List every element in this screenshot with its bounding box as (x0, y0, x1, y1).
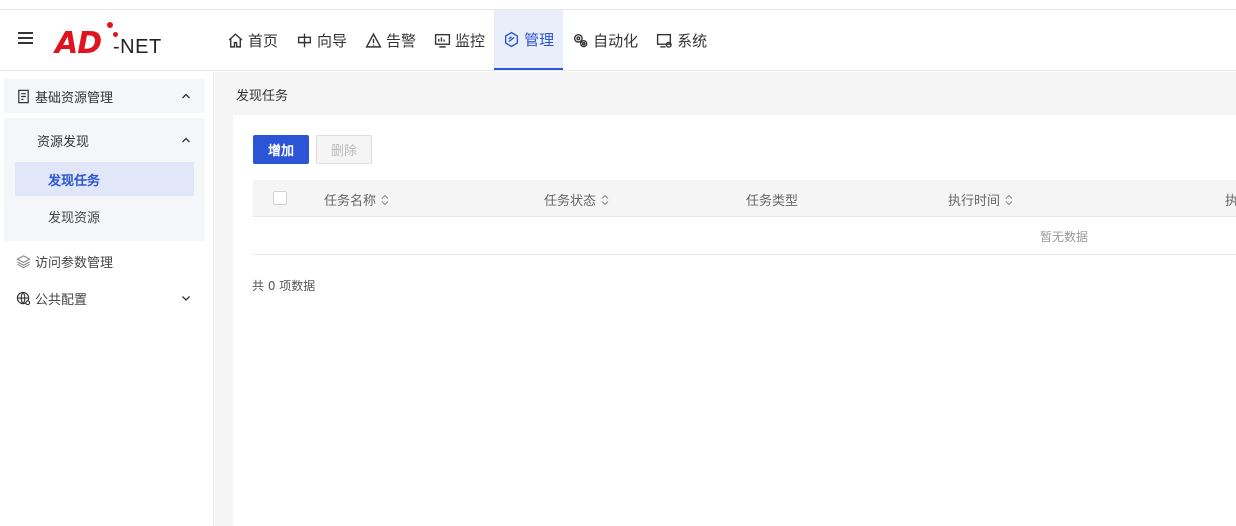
monitor-icon (434, 33, 451, 48)
nav-item-manage[interactable]: 管理 (494, 10, 564, 70)
alert-icon (365, 32, 382, 48)
sidebar-item-discovery-resource[interactable]: 发现资源 (15, 199, 194, 233)
nav-item-alert[interactable]: 告警 (356, 10, 425, 70)
nav-label: 首页 (248, 31, 279, 50)
column-truncated: 执 (1225, 190, 1236, 209)
total-count: 共 0 项数据 (252, 279, 316, 293)
main-area: 发现任务 增加 删除 任务名称 任务状态 任务类型 执行时间 执 暂无数据 共 … (215, 72, 1236, 526)
nav-label: 告警 (386, 31, 417, 50)
automation-icon (574, 33, 588, 47)
sidebar: 基础资源管理 资源发现 发现任务 发现资源 访问参数管理 公共配置 (0, 72, 214, 526)
globe-gear-icon (16, 291, 31, 305)
nav-label: 向导 (317, 31, 348, 50)
app-header: AD -NET 首页 向导 告警 监控 管理 自动化 系统 (0, 10, 1236, 71)
content-panel: 增加 删除 任务名称 任务状态 任务类型 执行时间 执 暂无数据 共 0 项数据 (233, 115, 1236, 526)
column-task-type: 任务类型 (746, 190, 798, 209)
table-empty-row: 暂无数据 (253, 217, 1236, 255)
column-label: 执 (1225, 194, 1236, 209)
sidebar-item-public-config[interactable]: 公共配置 (4, 281, 205, 315)
logo-main: AD (55, 26, 102, 61)
system-icon (656, 33, 672, 48)
delete-button[interactable]: 删除 (316, 135, 372, 164)
guide-icon (297, 33, 312, 47)
logo-suffix: -NET (113, 36, 162, 58)
sidebar-item-label: 发现资源 (48, 210, 101, 226)
nav-label: 管理 (524, 30, 555, 49)
sidebar-item-label: 发现任务 (48, 173, 101, 189)
nav-label: 系统 (677, 31, 708, 50)
home-icon (228, 32, 243, 48)
sidebar-item-discovery-task[interactable]: 发现任务 (15, 162, 194, 196)
nav-item-monitor[interactable]: 监控 (425, 10, 494, 70)
column-label: 任务名称 (324, 194, 377, 209)
select-all-checkbox[interactable] (273, 191, 287, 205)
column-label: 任务类型 (746, 194, 799, 209)
nav-label: 监控 (455, 31, 486, 50)
sidebar-group-label: 基础资源管理 (35, 90, 114, 106)
sidebar-item-access-params[interactable]: 访问参数管理 (4, 244, 205, 278)
nav-item-automation[interactable]: 自动化 (563, 10, 647, 70)
table-header: 任务名称 任务状态 任务类型 执行时间 执 (253, 180, 1236, 217)
nav-item-guide[interactable]: 向导 (287, 10, 356, 70)
chevron-down-icon (182, 296, 190, 301)
nav-label: 自动化 (593, 31, 639, 50)
empty-text: 暂无数据 (1040, 230, 1089, 244)
layers-icon (16, 254, 31, 268)
manage-icon (505, 31, 519, 47)
nav-item-home[interactable]: 首页 (218, 10, 287, 70)
top-border (0, 0, 1236, 10)
column-label: 执行时间 (948, 194, 1001, 209)
resource-doc-icon (18, 89, 29, 103)
chevron-up-icon (182, 137, 190, 143)
sidebar-group-resource-management[interactable]: 基础资源管理 (4, 79, 205, 113)
chevron-up-icon (182, 93, 190, 99)
brand-logo[interactable]: AD -NET (55, 20, 170, 61)
column-exec-time[interactable]: 执行时间 (948, 190, 1013, 209)
add-button[interactable]: 增加 (253, 135, 309, 164)
logo-dot (107, 22, 113, 28)
column-task-status[interactable]: 任务状态 (544, 190, 609, 209)
breadcrumb: 发现任务 (236, 89, 289, 104)
top-nav: 首页 向导 告警 监控 管理 自动化 系统 (218, 10, 716, 70)
menu-toggle-icon[interactable] (18, 31, 34, 45)
sidebar-subgroup-label: 资源发现 (37, 134, 90, 150)
sort-icon (1005, 194, 1013, 205)
column-label: 任务状态 (544, 194, 597, 209)
sidebar-subpanel: 资源发现 发现任务 发现资源 (4, 118, 205, 241)
sidebar-subgroup-resource-discovery[interactable]: 资源发现 (4, 122, 205, 158)
column-task-name[interactable]: 任务名称 (324, 190, 389, 209)
sidebar-item-label: 公共配置 (35, 292, 88, 308)
nav-item-system[interactable]: 系统 (647, 10, 716, 70)
sidebar-item-label: 访问参数管理 (35, 255, 114, 271)
sort-icon (381, 194, 389, 205)
sort-icon (601, 194, 609, 205)
